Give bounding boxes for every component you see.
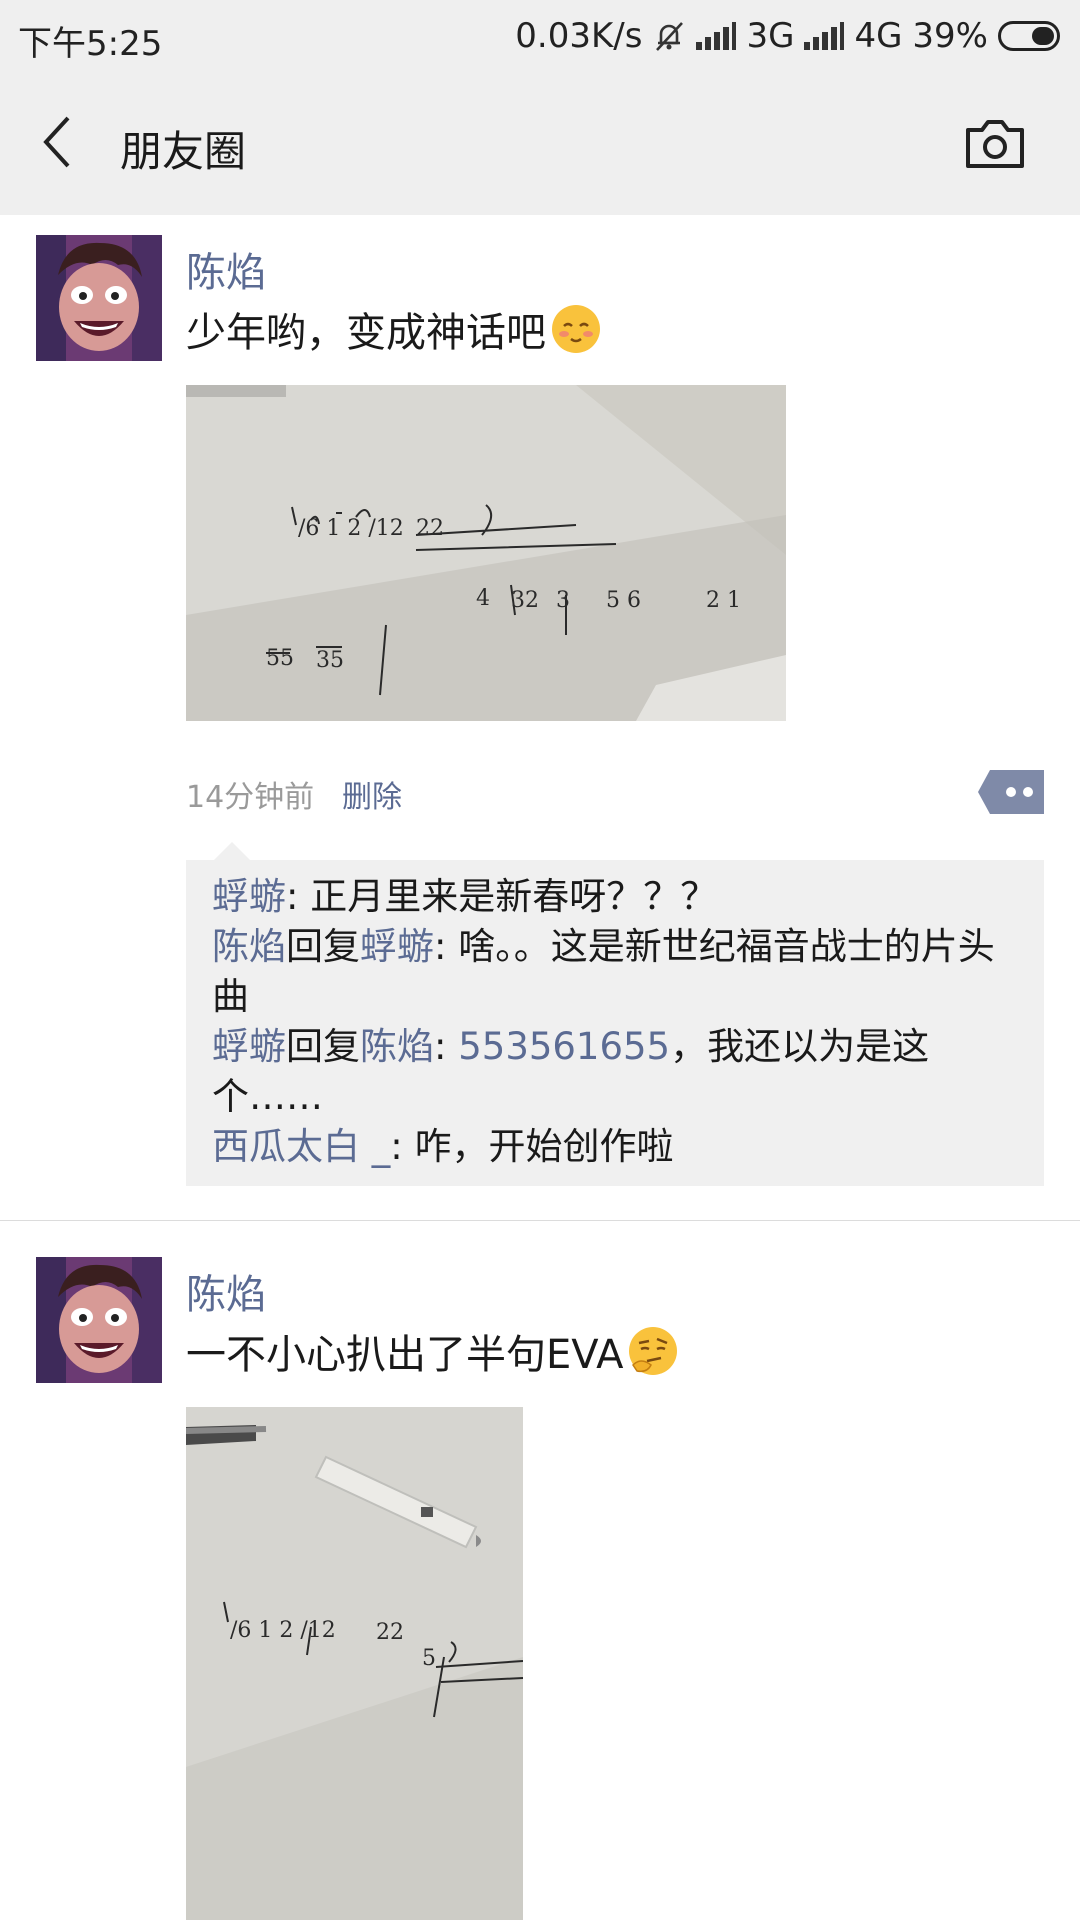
avatar[interactable] — [36, 1257, 162, 1383]
network-3g: 3G — [746, 16, 795, 56]
reply-target[interactable]: 蜉蝣 — [360, 925, 434, 968]
smile-blush-emoji — [552, 305, 600, 353]
avatar[interactable] — [36, 235, 162, 361]
page-title: 朋友圈 — [120, 127, 247, 176]
svg-text:22: 22 — [376, 1620, 404, 1645]
post-text-row: 少年哟，变成神话吧 — [186, 300, 602, 358]
status-right: 0.03K/s 3G 4G 39% — [515, 16, 1060, 56]
comment-text: 正月里来是新春呀？？？ — [310, 875, 718, 918]
comment-author[interactable]: 蜉蝣 — [212, 875, 286, 918]
battery-percent: 39% — [912, 16, 988, 56]
svg-text:5 6: 5 6 — [606, 588, 641, 613]
post-divider — [0, 1220, 1080, 1221]
svg-text:35: 35 — [316, 648, 344, 673]
svg-text:3: 3 — [556, 588, 570, 613]
svg-text:/6 1 2 /12: /6 1 2 /12 — [230, 1618, 336, 1643]
comment-line[interactable]: 陈焰回复蜉蝣: 啥。。这是新世纪福音战士的片头曲 — [212, 922, 1026, 1022]
delete-link[interactable]: 删除 — [342, 772, 402, 816]
mute-bell-icon — [656, 22, 684, 51]
more-actions-icon[interactable] — [978, 770, 1044, 814]
signal-icon — [804, 22, 845, 50]
svg-text:22: 22 — [416, 516, 444, 541]
svg-text:2 1: 2 1 — [706, 588, 741, 613]
author-name[interactable]: 陈焰 — [186, 1262, 266, 1320]
comment-box: 蜉蝣: 正月里来是新春呀？？？ 陈焰回复蜉蝣: 啥。。这是新世纪福音战士的片头曲… — [186, 842, 1044, 1186]
top-bar: 下午5:25 0.03K/s 3G 4G 39% 朋友圈 — [0, 0, 1080, 215]
svg-text:4: 4 — [476, 586, 490, 611]
svg-text:/6 1 2 /12: /6 1 2 /12 — [298, 516, 404, 541]
post-photo[interactable]: /6 1 2 /12 22 4 32 3 5 6 2 1 55 35 — [186, 385, 786, 721]
back-arrow-icon[interactable] — [38, 112, 78, 172]
thinking-smirk-emoji — [629, 1327, 678, 1375]
status-time: 下午5:25 — [18, 24, 163, 64]
battery-icon — [998, 21, 1060, 51]
comment-text: 咋，开始创作啦 — [414, 1125, 674, 1168]
comment-author[interactable]: 西瓜太白 _ — [212, 1125, 390, 1168]
reply-word: 回复 — [286, 1025, 360, 1068]
post-text: 少年哟，变成神话吧 — [186, 310, 546, 356]
author-name[interactable]: 陈焰 — [186, 240, 266, 298]
post-time: 14分钟前 — [186, 780, 315, 815]
signal-icon — [696, 22, 737, 50]
net-speed: 0.03K/s — [515, 16, 643, 56]
comment-author[interactable]: 蜉蝣 — [212, 1025, 286, 1068]
comment-author[interactable]: 陈焰 — [212, 925, 286, 968]
post-text-row: 一不小心扒出了半句EVA — [186, 1322, 679, 1380]
svg-text:5: 5 — [422, 1646, 436, 1671]
post-text: 一不小心扒出了半句EVA — [186, 1332, 624, 1378]
camera-icon[interactable] — [964, 118, 1026, 170]
svg-text:32: 32 — [511, 588, 539, 613]
reply-target[interactable]: 陈焰 — [360, 1025, 434, 1068]
comment-line[interactable]: 西瓜太白 _: 咋，开始创作啦 — [212, 1122, 1026, 1172]
post-photo[interactable]: /6 1 2 /12 22 5 — [186, 1407, 523, 1920]
comment-line[interactable]: 蜉蝣回复陈焰: 553561655，我还以为是这个…… — [212, 1022, 1026, 1122]
network-4g: 4G — [854, 16, 903, 56]
comment-line[interactable]: 蜉蝣: 正月里来是新春呀？？？ — [212, 872, 1026, 922]
comment-number-link[interactable]: 553561655 — [458, 1025, 670, 1068]
svg-text:55: 55 — [266, 646, 294, 671]
reply-word: 回复 — [286, 925, 360, 968]
